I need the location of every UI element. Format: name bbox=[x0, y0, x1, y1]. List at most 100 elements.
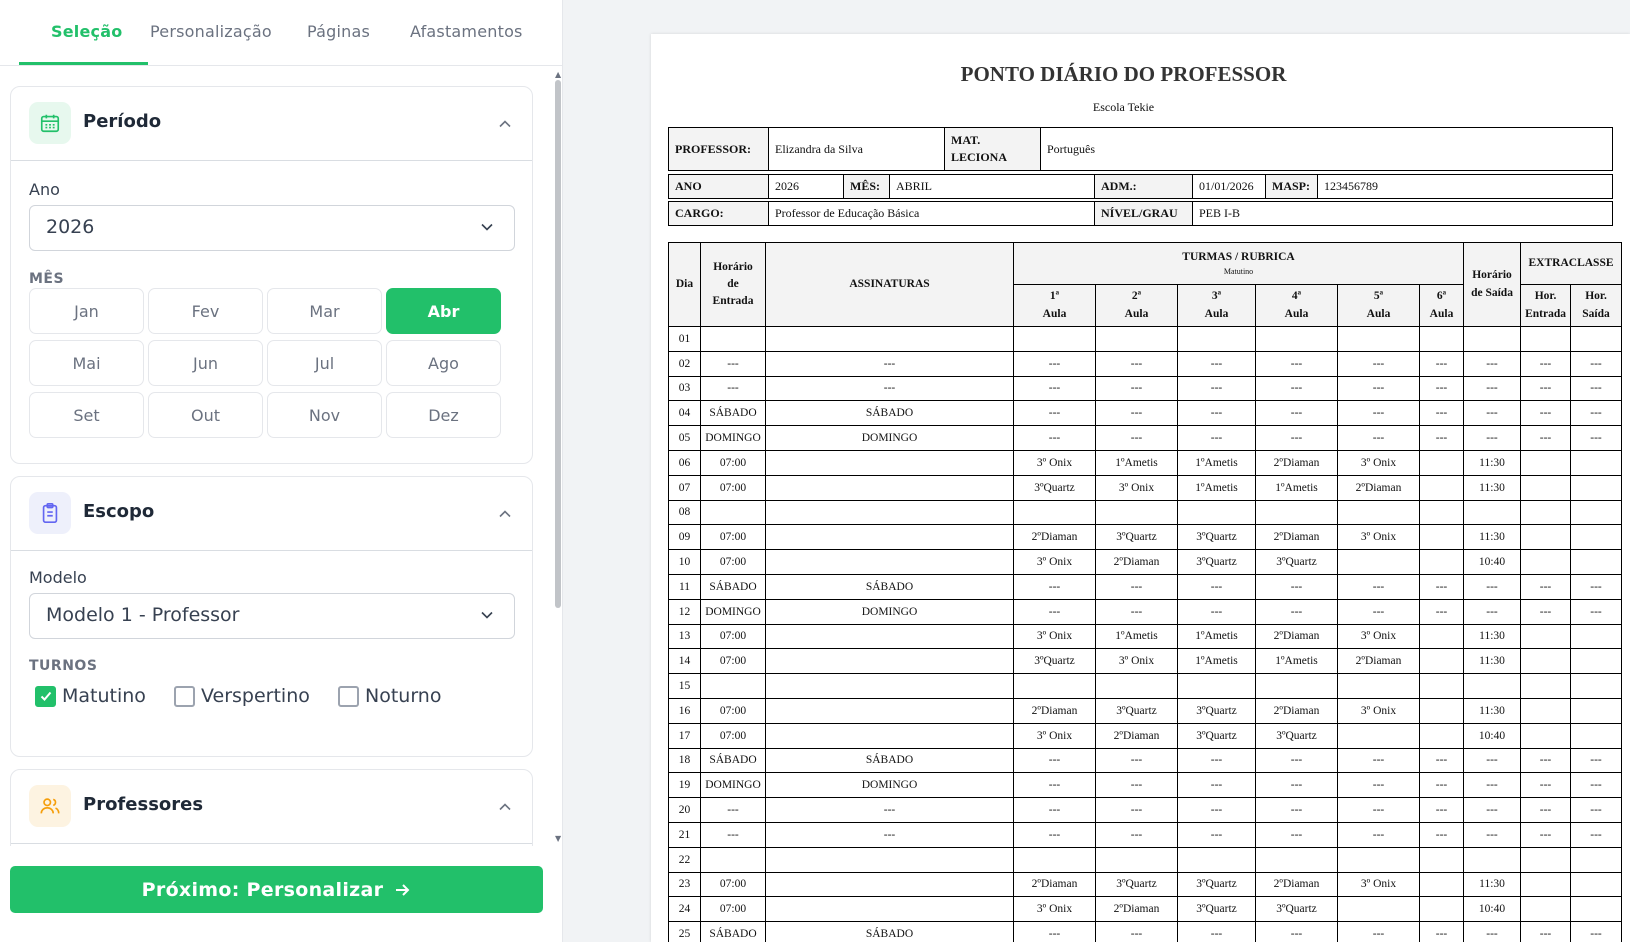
table-cell: 3ºQuartz bbox=[1255, 722, 1338, 749]
table-cell: 3ºQuartz bbox=[1177, 697, 1256, 724]
header-hor-saida: Hor. Saída bbox=[1570, 284, 1623, 327]
table-cell bbox=[1463, 673, 1522, 699]
tab-paginas[interactable]: Páginas bbox=[307, 22, 370, 41]
checkbox-unchecked-icon bbox=[338, 685, 359, 707]
table-cell: 07:00 bbox=[700, 697, 766, 724]
chevron-up-icon[interactable] bbox=[498, 800, 512, 814]
table-row: 21 --- --- --- --- --- --- --- --- --- --- --- bbox=[668, 821, 1623, 848]
table-row: 05 DOMINGO DOMINGO --- --- --- --- --- --- --- ---… bbox=[668, 425, 1623, 451]
table-cell: --- bbox=[1520, 375, 1572, 402]
table-cell bbox=[1570, 846, 1623, 873]
table-cell: 11:30 bbox=[1463, 474, 1522, 501]
table-cell: 10 bbox=[668, 549, 701, 575]
month-button-mar[interactable]: Mar bbox=[267, 288, 382, 334]
table-cell bbox=[1570, 623, 1623, 650]
table-cell: --- bbox=[1095, 921, 1178, 942]
table-cell bbox=[1520, 474, 1572, 501]
header-horario-saida: Horário de Saída bbox=[1463, 242, 1522, 327]
table-cell: --- bbox=[1177, 350, 1256, 377]
table-cell: 23 bbox=[668, 871, 701, 898]
month-button-jul[interactable]: Jul bbox=[267, 340, 382, 386]
table-cell: --- bbox=[1177, 772, 1256, 799]
table-cell: 3º Onix bbox=[1095, 648, 1178, 675]
tab-personalizacao[interactable]: Personalização bbox=[150, 22, 272, 41]
table-cell: 10:40 bbox=[1463, 722, 1522, 749]
table-cell bbox=[1520, 896, 1572, 923]
nivel-value: PEB I-B bbox=[1192, 201, 1613, 226]
professores-title: Professores bbox=[83, 794, 204, 815]
table-cell: --- bbox=[1177, 747, 1256, 774]
table-cell: --- bbox=[765, 375, 1014, 402]
table-cell: 10:40 bbox=[1463, 896, 1522, 923]
table-cell bbox=[765, 648, 1014, 675]
escopo-header[interactable]: Escopo bbox=[11, 477, 532, 551]
table-cell: 18 bbox=[668, 747, 701, 774]
periodo-title: Período bbox=[83, 111, 162, 132]
table-cell: SÁBADO bbox=[765, 921, 1014, 942]
table-cell: 3ºQuartz bbox=[1177, 896, 1256, 923]
table-cell: 10:40 bbox=[1463, 549, 1522, 575]
scrollbar-thumb[interactable] bbox=[555, 80, 561, 608]
month-button-ago[interactable]: Ago bbox=[386, 340, 501, 386]
adm-value: 01/01/2026 bbox=[1192, 174, 1266, 199]
table-cell: 1ºAmetis bbox=[1177, 648, 1256, 675]
table-cell bbox=[1520, 846, 1572, 873]
month-button-set[interactable]: Set bbox=[29, 392, 144, 438]
turno-matutino-checkbox[interactable]: Matutino bbox=[35, 685, 146, 707]
scroll-down-icon[interactable]: ▼ bbox=[555, 834, 561, 843]
month-button-jan[interactable]: Jan bbox=[29, 288, 144, 334]
table-cell: --- bbox=[1463, 573, 1522, 600]
masp-value: 123456789 bbox=[1317, 174, 1613, 199]
table-cell bbox=[765, 623, 1014, 650]
month-button-nov[interactable]: Nov bbox=[267, 392, 382, 438]
table-cell bbox=[1520, 871, 1572, 898]
table-cell: SÁBADO bbox=[700, 921, 766, 942]
modelo-select[interactable]: Modelo 1 - Professor bbox=[29, 593, 515, 639]
month-button-mai[interactable]: Mai bbox=[29, 340, 144, 386]
tab-afastamentos[interactable]: Afastamentos bbox=[410, 22, 523, 41]
turno-noturno-checkbox[interactable]: Noturno bbox=[338, 685, 441, 707]
periodo-header[interactable]: Período bbox=[11, 87, 532, 161]
month-button-jun[interactable]: Jun bbox=[148, 340, 263, 386]
table-cell bbox=[1013, 499, 1096, 526]
table-cell bbox=[1095, 499, 1178, 526]
table-cell: 2ºDiaman bbox=[1095, 896, 1178, 923]
month-button-fev[interactable]: Fev bbox=[148, 288, 263, 334]
table-cell: --- bbox=[1463, 747, 1522, 774]
selection-scroll-area[interactable]: Período Ano 2026 MÊS Jan Fev Mar Abr Mai Jun J… bbox=[0, 66, 563, 846]
tab-selecao[interactable]: Seleção bbox=[51, 22, 122, 41]
attendance-rows: 01 02 --- --- --- --- --- --- --- --- --- --- --- 03-… bbox=[668, 326, 1623, 942]
table-cell: --- bbox=[1013, 921, 1096, 942]
table-cell bbox=[1013, 846, 1096, 873]
turno-verspertino-checkbox[interactable]: Verspertino bbox=[174, 685, 310, 707]
checkbox-unchecked-icon bbox=[174, 685, 195, 707]
table-cell: --- bbox=[1013, 772, 1096, 799]
chevron-up-icon[interactable] bbox=[498, 507, 512, 521]
next-personalizar-button[interactable]: Próximo: Personalizar bbox=[10, 866, 543, 913]
cargo-value: Professor de Educação Básica bbox=[768, 201, 1095, 226]
table-cell bbox=[765, 722, 1014, 749]
professores-header[interactable]: Professores bbox=[11, 770, 532, 844]
ano-select[interactable]: 2026 bbox=[29, 205, 515, 251]
table-cell: 1ºAmetis bbox=[1177, 623, 1256, 650]
materia-value: Português bbox=[1040, 127, 1613, 171]
scroll-up-icon[interactable]: ▲ bbox=[555, 70, 561, 79]
table-cell bbox=[1095, 846, 1178, 873]
table-cell bbox=[1013, 326, 1096, 352]
chevron-up-icon[interactable] bbox=[498, 117, 512, 131]
month-button-out[interactable]: Out bbox=[148, 392, 263, 438]
table-cell bbox=[1255, 846, 1338, 873]
table-cell: 3º Onix bbox=[1095, 474, 1178, 501]
table-cell bbox=[1177, 673, 1256, 699]
mes-label: MÊS bbox=[29, 271, 65, 287]
table-cell bbox=[1337, 326, 1420, 352]
month-button-dez[interactable]: Dez bbox=[386, 392, 501, 438]
table-cell bbox=[765, 326, 1014, 352]
scrollbar[interactable]: ▲ ▼ bbox=[553, 66, 563, 846]
table-cell: --- bbox=[1337, 821, 1420, 848]
table-cell bbox=[1570, 896, 1623, 923]
table-cell: 07:00 bbox=[700, 623, 766, 650]
table-row: 06 07:00 3º Onix 1ºAmetis 1ºAmetis 2ºDiaman 3º… bbox=[668, 449, 1623, 476]
table-cell: 03 bbox=[668, 375, 701, 402]
month-button-abr[interactable]: Abr bbox=[386, 288, 501, 334]
